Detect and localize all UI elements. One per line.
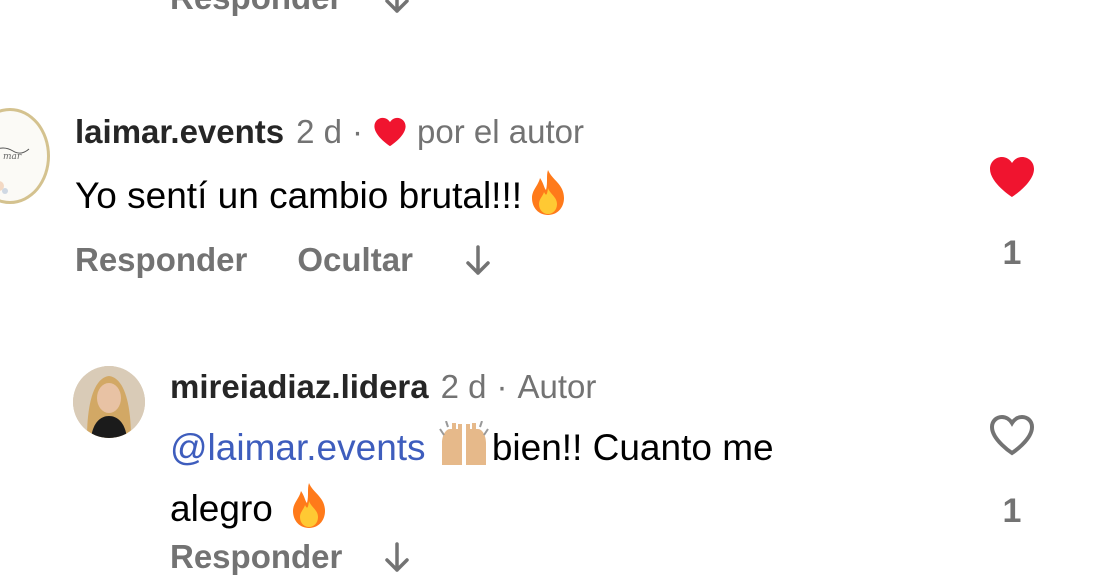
arrow-down-icon[interactable]	[382, 0, 412, 15]
mention-link[interactable]: @laimar.events	[170, 427, 426, 468]
comment-text: Yo sentí un cambio brutal!!!	[75, 166, 574, 230]
arrow-down-icon[interactable]	[463, 243, 493, 277]
reply-button[interactable]: Responder	[170, 0, 342, 17]
previous-comment-actions: Responder	[170, 0, 412, 18]
username[interactable]: mireiadiaz.lidera	[170, 368, 429, 406]
heart-outline-icon[interactable]	[987, 413, 1037, 462]
username[interactable]: laimar.events	[75, 113, 284, 151]
author-badge: Autor	[517, 368, 597, 405]
raised-hands-emoji-icon	[436, 420, 492, 479]
separator-dot: ·	[496, 368, 508, 405]
comment-body: Yo sentí un cambio brutal!!!	[75, 174, 523, 216]
reply-button[interactable]: Responder	[75, 241, 247, 279]
hide-button[interactable]: Ocultar	[297, 241, 413, 279]
like-count: 1	[1002, 234, 1022, 272]
like-column: 1	[982, 155, 1042, 273]
avatar[interactable]: mar	[0, 108, 50, 204]
user-photo	[73, 366, 145, 438]
like-column: 1	[982, 413, 1042, 531]
svg-text:mar: mar	[3, 152, 22, 162]
comment-body-line2: alegro	[170, 487, 273, 529]
comment-body-line1: bien!! Cuanto me	[491, 426, 774, 468]
comment-header: mireiadiaz.lidera 2 d · Autor	[170, 367, 596, 407]
liked-by-author-label: por el autor	[417, 113, 584, 150]
heart-filled-icon	[373, 116, 407, 148]
like-count: 1	[1002, 492, 1022, 530]
fire-emoji-icon	[283, 479, 335, 543]
heart-filled-icon[interactable]	[987, 155, 1037, 204]
separator-dot: ·	[352, 113, 364, 150]
timestamp: 2 d	[440, 368, 487, 405]
reply-button[interactable]: Responder	[170, 538, 342, 576]
laimar-logo: mar	[0, 147, 30, 194]
avatar[interactable]	[73, 366, 145, 438]
comment-header: laimar.events 2 d · por el autor	[75, 112, 584, 152]
comment-text: @laimar.events bien!! Cuanto me alegro	[170, 420, 930, 543]
comment-actions: Responder Ocultar	[75, 238, 493, 282]
fire-emoji-icon	[522, 166, 574, 230]
arrow-down-icon[interactable]	[382, 540, 412, 574]
comment-actions: Responder	[170, 538, 412, 576]
timestamp: 2 d	[296, 113, 343, 150]
